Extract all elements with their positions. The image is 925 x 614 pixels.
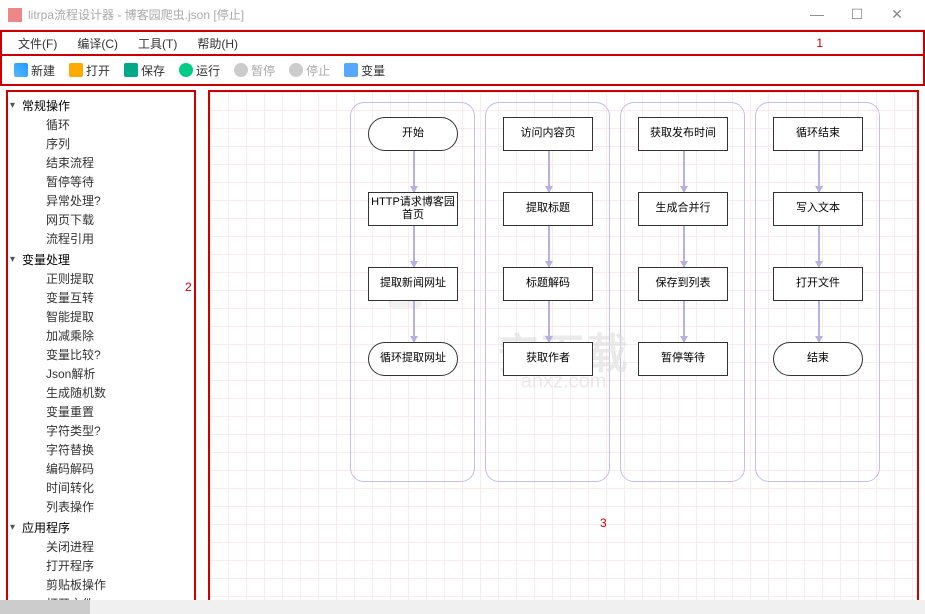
flow-node[interactable]: 循环结束 xyxy=(773,117,863,151)
tree-item[interactable]: 循环 xyxy=(10,115,192,134)
maximize-button[interactable]: ☐ xyxy=(837,6,877,23)
flow-node[interactable]: 写入文本 xyxy=(773,192,863,226)
open-icon xyxy=(69,63,83,77)
tree-item[interactable]: 关闭进程 xyxy=(10,537,192,556)
tree-item[interactable]: 异常处理? xyxy=(10,191,192,210)
flow-node[interactable]: 开始 xyxy=(368,117,458,151)
flow-arrow xyxy=(413,151,415,192)
tree-group-label: 常规操作 xyxy=(22,97,70,114)
run-button[interactable]: 运行 xyxy=(173,60,226,81)
save-button[interactable]: 保存 xyxy=(118,60,171,81)
save-icon xyxy=(124,63,138,77)
tree-item[interactable]: 剪贴板操作 xyxy=(10,575,192,594)
annotation-3: 3 xyxy=(600,516,607,530)
flow-node[interactable]: 生成合并行 xyxy=(638,192,728,226)
tree-group-label: 应用程序 xyxy=(22,519,70,536)
menu-file[interactable]: 文件(F) xyxy=(8,31,67,56)
tree-item[interactable]: 打开程序 xyxy=(10,556,192,575)
tree-group-header[interactable]: ▾变量处理 xyxy=(10,250,192,269)
tree-item[interactable]: 正则提取 xyxy=(10,269,192,288)
canvas-wrap: 安下载 anxz.com 开始HTTP请求博客园首页提取新闻网址循环提取网址访问… xyxy=(208,90,919,612)
toolbar: 新建 打开 保存 运行 暂停 停止 变量 xyxy=(0,56,925,86)
flow-arrow xyxy=(413,301,415,342)
flow-node[interactable]: 获取发布时间 xyxy=(638,117,728,151)
new-button[interactable]: 新建 xyxy=(8,60,61,81)
tree-item[interactable]: 加减乘除 xyxy=(10,326,192,345)
flow-node[interactable]: 结束 xyxy=(773,342,863,376)
sidebar-panel: ▾常规操作循环序列结束流程暂停等待异常处理?网页下载流程引用▾变量处理正则提取变… xyxy=(6,90,196,612)
annotation-1: 1 xyxy=(816,36,823,50)
flow-arrow xyxy=(683,301,685,342)
tree-item[interactable]: 编码解码 xyxy=(10,459,192,478)
variables-button[interactable]: 变量 xyxy=(338,60,391,81)
scrollbar-horizontal[interactable] xyxy=(0,600,911,614)
tree-item[interactable]: 网页下载 xyxy=(10,210,192,229)
tree-item[interactable]: 字符类型? xyxy=(10,421,192,440)
flow-arrow xyxy=(548,226,550,267)
flow-node[interactable]: HTTP请求博客园首页 xyxy=(368,192,458,226)
stop-button[interactable]: 停止 xyxy=(283,60,336,81)
tree-item[interactable]: 结束流程 xyxy=(10,153,192,172)
menu-help[interactable]: 帮助(H) xyxy=(187,31,248,56)
flow-arrow xyxy=(818,226,820,267)
menu-bar: 文件(F) 编译(C) 工具(T) 帮助(H) 1 xyxy=(0,30,925,56)
close-button[interactable]: ✕ xyxy=(877,6,917,23)
flow-node[interactable]: 获取作者 xyxy=(503,342,593,376)
tree-group-header[interactable]: ▾常规操作 xyxy=(10,96,192,115)
open-button[interactable]: 打开 xyxy=(63,60,116,81)
window-title: litrpa流程设计器 - 博客园爬虫.json [停止] xyxy=(28,6,797,23)
stop-icon xyxy=(289,63,303,77)
tree-item[interactable]: 智能提取 xyxy=(10,307,192,326)
pause-button[interactable]: 暂停 xyxy=(228,60,281,81)
chevron-down-icon: ▾ xyxy=(10,254,22,265)
scroll-corner xyxy=(911,600,925,614)
new-icon xyxy=(14,63,28,77)
tree-item[interactable]: 序列 xyxy=(10,134,192,153)
flow-arrow xyxy=(683,151,685,192)
flow-arrow xyxy=(818,151,820,192)
tree-item[interactable]: 变量互转 xyxy=(10,288,192,307)
minimize-button[interactable]: — xyxy=(797,6,837,23)
run-icon xyxy=(179,63,193,77)
annotation-2: 2 xyxy=(185,280,925,294)
chevron-down-icon: ▾ xyxy=(10,100,22,111)
flow-arrow xyxy=(548,151,550,192)
tree-item[interactable]: 字符替换 xyxy=(10,440,192,459)
tree-group-label: 变量处理 xyxy=(22,251,70,268)
chevron-down-icon: ▾ xyxy=(10,522,22,533)
flow-arrow xyxy=(413,226,415,267)
flow-arrow xyxy=(683,226,685,267)
tree-group-header[interactable]: ▾应用程序 xyxy=(10,518,192,537)
tree-item[interactable]: 流程引用 xyxy=(10,229,192,248)
flow-arrow xyxy=(818,301,820,342)
flow-canvas[interactable]: 安下载 anxz.com 开始HTTP请求博客园首页提取新闻网址循环提取网址访问… xyxy=(210,92,917,610)
flow-arrow xyxy=(548,301,550,342)
var-icon xyxy=(344,63,358,77)
tree-item[interactable]: 变量重置 xyxy=(10,402,192,421)
menu-compile[interactable]: 编译(C) xyxy=(67,31,128,56)
pause-icon xyxy=(234,63,248,77)
tree-item[interactable]: Json解析 xyxy=(10,364,192,383)
flow-node[interactable]: 暂停等待 xyxy=(638,342,728,376)
flow-node[interactable]: 提取标题 xyxy=(503,192,593,226)
tree-item[interactable]: 时间转化 xyxy=(10,478,192,497)
app-icon xyxy=(8,8,22,22)
tree-item[interactable]: 暂停等待 xyxy=(10,172,192,191)
tree-item[interactable]: 生成随机数 xyxy=(10,383,192,402)
flow-node[interactable]: 访问内容页 xyxy=(503,117,593,151)
tree-item[interactable]: 变量比较? xyxy=(10,345,192,364)
menu-tools[interactable]: 工具(T) xyxy=(128,31,187,56)
flow-node[interactable]: 循环提取网址 xyxy=(368,342,458,376)
title-bar: litrpa流程设计器 - 博客园爬虫.json [停止] — ☐ ✕ xyxy=(0,0,925,30)
tree-item[interactable]: 列表操作 xyxy=(10,497,192,516)
